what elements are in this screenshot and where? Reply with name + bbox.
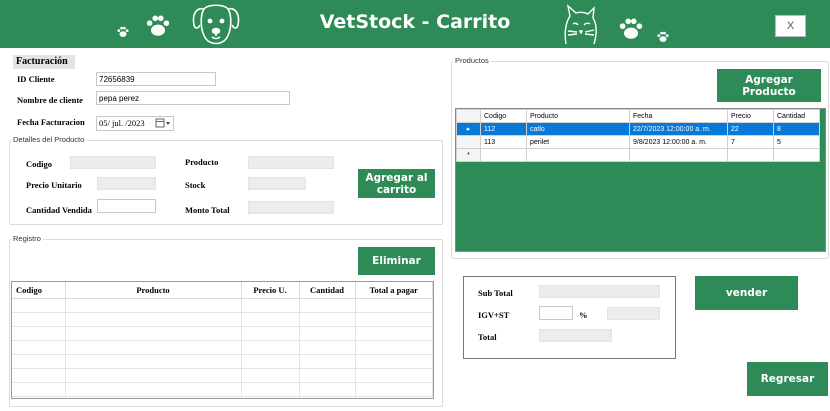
dog-face-icon: [190, 1, 242, 48]
column-header-cantidad[interactable]: Cantidad: [773, 109, 820, 123]
fecha-facturacion-picker[interactable]: 05/ jul. /2023: [96, 116, 174, 131]
producto-field: [248, 156, 334, 169]
cantidad-vendida-label: Cantidad Vendida: [26, 205, 92, 215]
paw-icon: [617, 15, 645, 45]
fecha-facturacion-value: 05/ jul. /2023: [99, 118, 145, 128]
stock-field: [248, 177, 306, 190]
codigo-label: Codigo: [26, 159, 52, 169]
column-header-total[interactable]: Total a pagar: [355, 282, 433, 299]
column-header-codigo[interactable]: Codigo: [12, 282, 66, 299]
subtotal-field: [539, 285, 660, 298]
title-bar: VetStock - Carrito X: [0, 0, 830, 48]
column-header-precio[interactable]: Precio: [727, 109, 774, 123]
codigo-field: [70, 156, 156, 169]
cell-codigo[interactable]: 113: [480, 135, 527, 149]
percent-sign: %: [579, 310, 588, 320]
table-row: [12, 298, 433, 313]
column-header-codigo[interactable]: Codigo: [480, 109, 527, 123]
column-header-precio[interactable]: Precio U.: [241, 282, 300, 299]
fecha-facturacion-label: Fecha Facturacion: [17, 117, 85, 127]
precio-unitario-label: Precio Unitario: [26, 180, 82, 190]
table-row: [12, 340, 433, 355]
eliminar-button[interactable]: Eliminar: [358, 247, 435, 275]
table-row: [12, 312, 433, 327]
stock-label: Stock: [185, 180, 206, 190]
column-header-fecha[interactable]: Fecha: [629, 109, 728, 123]
column-header-producto[interactable]: Producto: [65, 282, 242, 299]
cell-cantidad[interactable]: 5: [773, 135, 820, 149]
registro-table[interactable]: Codigo Producto Precio U. Cantidad Total…: [11, 281, 434, 399]
nombre-cliente-label: Nombre de cliente: [17, 95, 83, 105]
producto-label: Producto: [185, 157, 219, 167]
productos-table[interactable]: Codigo Producto Fecha Precio Cantidad ▸ …: [455, 108, 826, 252]
table-row: [12, 354, 433, 369]
agregar-producto-button[interactable]: Agregar Producto: [717, 69, 821, 102]
detalles-producto-title: Detalles del Producto: [11, 135, 87, 144]
close-button[interactable]: X: [775, 15, 806, 37]
current-row-indicator: ▸: [456, 122, 481, 136]
id-cliente-input[interactable]: 72656839: [96, 72, 216, 86]
id-cliente-label: ID Cliente: [17, 74, 55, 84]
table-row: [12, 326, 433, 341]
cell-cantidad[interactable]: 8: [773, 122, 820, 136]
table-row: [12, 382, 433, 397]
cell-producto[interactable]: catlo: [526, 122, 630, 136]
vender-button[interactable]: vender: [695, 276, 798, 310]
row-header-corner: [456, 109, 481, 123]
paw-icon: [116, 25, 130, 41]
monto-total-field: [248, 201, 334, 214]
cell-producto[interactable]: perilet: [526, 135, 630, 149]
igv-label: IGV+ST: [478, 310, 510, 320]
column-header-cantidad[interactable]: Cantidad: [299, 282, 356, 299]
subtotal-label: Sub Total: [478, 288, 513, 298]
monto-total-label: Monto Total: [185, 205, 230, 215]
igv-percent-input[interactable]: [539, 306, 573, 320]
calendar-dropdown-icon[interactable]: [155, 118, 171, 129]
row-header: [456, 135, 481, 149]
facturacion-heading: Facturación: [13, 55, 75, 69]
paw-icon: [656, 30, 670, 46]
cell-precio[interactable]: 22: [727, 122, 774, 136]
cell-precio[interactable]: 7: [727, 135, 774, 149]
cat-face-icon: [560, 4, 600, 48]
precio-unitario-field: [97, 177, 156, 190]
cell-codigo[interactable]: 112: [480, 122, 527, 136]
cell-fecha[interactable]: 22/7/2023 12:00:00 a. m.: [629, 122, 728, 136]
new-row-indicator: *: [456, 148, 481, 162]
regresar-button[interactable]: Regresar: [747, 362, 828, 396]
table-row[interactable]: ▸ 112 catlo 22/7/2023 12:00:00 a. m. 22 …: [456, 122, 820, 136]
table-row: [12, 368, 433, 383]
total-field: [539, 329, 612, 342]
igv-amount-field: [607, 307, 660, 320]
nombre-cliente-input[interactable]: pepa perez: [96, 91, 290, 105]
cantidad-vendida-input[interactable]: [97, 199, 156, 213]
paw-icon: [144, 12, 172, 42]
agregar-carrito-button[interactable]: Agregar al carrito: [358, 169, 435, 198]
total-label: Total: [478, 332, 497, 342]
new-row[interactable]: *: [456, 148, 820, 162]
column-header-producto[interactable]: Producto: [526, 109, 630, 123]
productos-title: Productos: [453, 56, 491, 65]
cell-fecha[interactable]: 9/8/2023 12:00:00 a. m.: [629, 135, 728, 149]
registro-title: Registro: [11, 234, 43, 243]
window-title: VetStock - Carrito: [319, 11, 511, 33]
table-row[interactable]: 113 perilet 9/8/2023 12:00:00 a. m. 7 5: [456, 135, 820, 149]
